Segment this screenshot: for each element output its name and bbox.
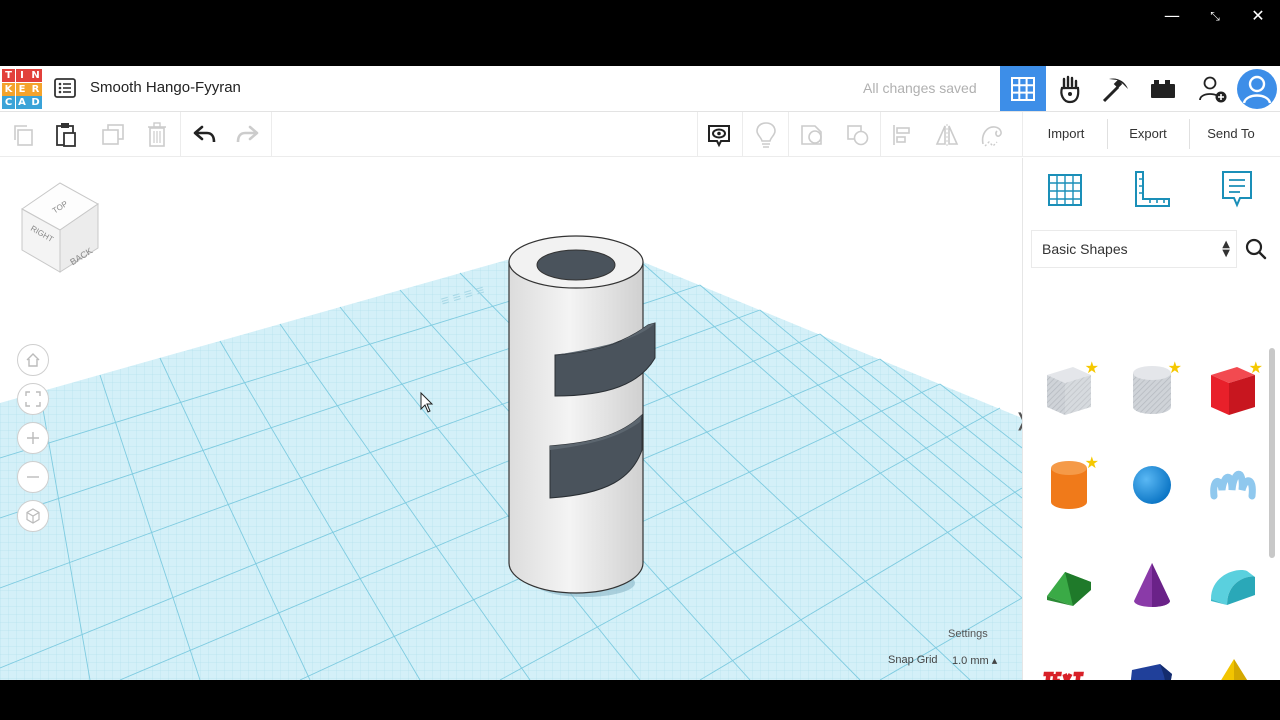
cylinder-hole	[536, 249, 616, 281]
group-icon[interactable]	[795, 118, 829, 152]
align-icon[interactable]	[886, 118, 920, 152]
shape-sphere[interactable]	[1120, 453, 1184, 517]
shape-scribble[interactable]	[1201, 453, 1265, 517]
logo-letter: R	[29, 82, 42, 96]
shape-text[interactable]	[1037, 648, 1101, 680]
ungroup-icon[interactable]	[841, 118, 875, 152]
shapes-scrollbar[interactable]	[1269, 348, 1275, 558]
close-window-button[interactable]: ✕	[1238, 4, 1278, 28]
shape-polygon[interactable]	[1120, 648, 1184, 680]
save-status: All changes saved	[863, 80, 977, 96]
zoom-in-button[interactable]	[17, 422, 49, 454]
circuits-hand-icon[interactable]	[1047, 66, 1093, 111]
app-header: TIN KER CAD Smooth Hango-Fyyran All change…	[0, 66, 1280, 112]
shape-pyramid[interactable]	[1201, 648, 1265, 680]
logo-letter: K	[2, 82, 15, 96]
view-cube[interactable]: TOP RIGHT BACK	[21, 182, 99, 273]
minecraft-pickaxe-icon[interactable]	[1093, 66, 1139, 111]
action-divider	[1189, 119, 1190, 149]
shape-category-select[interactable]: Basic Shapes ▲ ▼	[1031, 230, 1237, 268]
home-view-button[interactable]	[17, 344, 49, 376]
user-avatar-icon[interactable]	[1234, 66, 1280, 111]
file-actions-bar: Import Export Send To	[1022, 112, 1280, 157]
workplane-scene[interactable]: ≡ ≡ ≡ ≡ TOP RIGHT BACK	[0, 158, 1022, 680]
restore-button[interactable]: ⤡	[1195, 4, 1235, 28]
notes-toggle-icon[interactable]	[702, 118, 736, 152]
duplicate-icon[interactable]	[96, 118, 130, 152]
edit-toolbar	[0, 112, 1022, 157]
logo-letter: T	[2, 69, 15, 82]
toolbar-divider	[271, 112, 272, 157]
favorite-star-icon[interactable]: ★	[1085, 360, 1099, 376]
undo-icon[interactable]	[187, 118, 221, 152]
select-arrows-icon: ▲ ▼	[1222, 239, 1230, 259]
workplane-viewport[interactable]: ≡ ≡ ≡ ≡ TOP RIGHT BACK Settings Snap Gri…	[0, 158, 1022, 680]
zoom-out-button[interactable]	[17, 461, 49, 493]
favorite-star-icon[interactable]: ★	[1085, 455, 1099, 471]
light-bulb-icon[interactable]	[749, 118, 783, 152]
shape-box-hole[interactable]: ★	[1037, 358, 1101, 422]
search-icon	[1245, 238, 1267, 260]
shape-round-roof[interactable]	[1201, 553, 1265, 617]
snap-grid-dropdown[interactable]: 1.0 mm ▴	[952, 654, 997, 667]
delete-icon[interactable]	[140, 118, 174, 152]
toolbar-divider	[788, 112, 789, 157]
home-icon	[26, 353, 40, 367]
logo-letter: C	[2, 96, 15, 109]
shape-cylinder-hole[interactable]: ★	[1120, 358, 1184, 422]
export-button[interactable]: Export	[1115, 119, 1181, 149]
toolbar-divider	[880, 112, 881, 157]
tinkercad-app: TIN KER CAD Smooth Hango-Fyyran All change…	[0, 66, 1280, 680]
notes-icon[interactable]	[1214, 166, 1260, 212]
cylinder-object[interactable]	[508, 261, 644, 594]
minimize-button[interactable]: —	[1152, 4, 1192, 28]
shape-roof[interactable]	[1037, 553, 1101, 617]
redo-icon[interactable]	[231, 118, 265, 152]
shape-box[interactable]: ★	[1201, 358, 1265, 422]
lego-brick-icon[interactable]	[1140, 66, 1186, 111]
minus-icon	[27, 476, 39, 478]
cube-icon	[26, 508, 40, 524]
workplane-lock-icon[interactable]	[975, 118, 1009, 152]
project-title[interactable]: Smooth Hango-Fyyran	[90, 79, 241, 96]
toolbar-divider	[180, 112, 181, 157]
toolbar-divider	[742, 112, 743, 157]
orthographic-view-button[interactable]	[17, 500, 49, 532]
application-window: — ⤡ ✕ TIN KER CAD Smooth Hango-Fyyran All …	[0, 0, 1280, 720]
send-to-button[interactable]: Send To	[1197, 119, 1265, 149]
logo-letter: E	[15, 82, 29, 96]
workplane-grid-icon[interactable]	[1042, 166, 1088, 212]
favorite-star-icon[interactable]: ★	[1168, 360, 1182, 376]
window-bottom-bar	[0, 680, 1280, 720]
fit-icon	[25, 391, 41, 407]
settings-link[interactable]: Settings	[948, 628, 988, 640]
shape-cone[interactable]	[1120, 553, 1184, 617]
snap-grid-label: Snap Grid	[888, 654, 938, 666]
logo-letter: A	[15, 96, 29, 109]
design-menu-icon[interactable]	[54, 78, 76, 98]
copy-icon[interactable]	[6, 118, 40, 152]
add-user-icon[interactable]	[1190, 66, 1236, 111]
favorite-star-icon[interactable]: ★	[1249, 360, 1263, 376]
shape-cylinder[interactable]: ★	[1037, 453, 1101, 517]
shape-category-label: Basic Shapes	[1042, 241, 1128, 257]
panel-collapse-icon[interactable]: ❭	[1014, 410, 1022, 431]
import-button[interactable]: Import	[1031, 119, 1101, 149]
3d-design-grid-icon[interactable]	[1000, 66, 1046, 111]
logo-letter: D	[29, 96, 42, 109]
toolbar-divider	[697, 112, 698, 157]
ruler-icon[interactable]	[1128, 166, 1174, 212]
plus-icon	[27, 432, 39, 444]
logo-letter: N	[29, 69, 42, 82]
shapes-panel: Basic Shapes ▲ ▼ ★ ★ ★ ★	[1022, 158, 1280, 680]
fit-view-button[interactable]	[17, 383, 49, 415]
action-divider	[1107, 119, 1108, 149]
mirror-icon[interactable]	[930, 118, 964, 152]
tinkercad-logo[interactable]: TIN KER CAD	[2, 69, 42, 109]
search-shapes-button[interactable]	[1237, 230, 1275, 268]
logo-letter: I	[15, 69, 29, 82]
paste-icon[interactable]	[49, 118, 83, 152]
window-titlebar: — ⤡ ✕	[0, 0, 1280, 66]
